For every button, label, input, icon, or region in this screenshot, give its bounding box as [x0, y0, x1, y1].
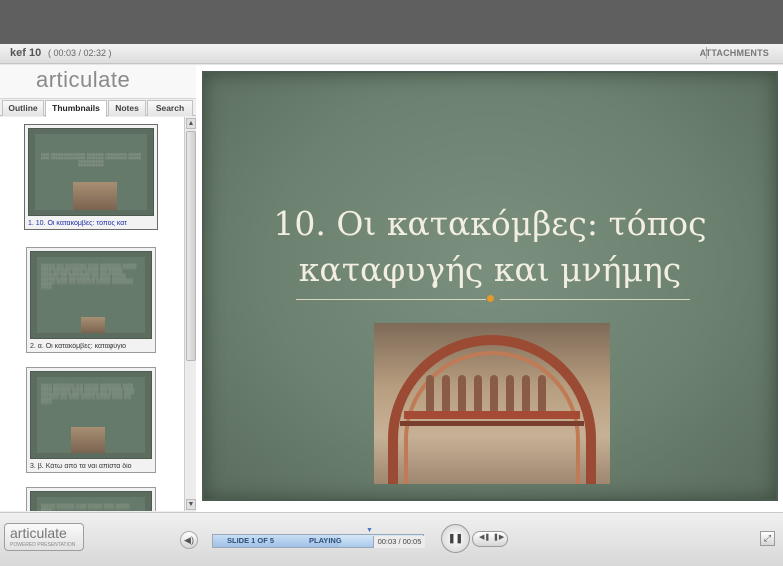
- scroll-down-icon[interactable]: ▼: [186, 499, 196, 510]
- thumbnail-caption: 1. 10. Οι κατακόμβες: τόπος κατ: [28, 220, 128, 227]
- thumbnail-image: ░░░ ░░░░░░ ░░ ░░░░ ░░░░░░ ░░░ ░░░ ░░░░░ …: [30, 371, 152, 459]
- tab-search[interactable]: Search: [147, 100, 193, 116]
- progress-bar[interactable]: ▼ SLIDE 1 OF 5 PLAYING 00:03 / 00:05: [212, 527, 425, 548]
- thumbnail-slide-2[interactable]: ░░░░ ░░ ░░░░░░ ░░░ ░░░░░░ ░░░░ ░░░ ░░░░░…: [26, 247, 156, 353]
- tab-thumbnails[interactable]: Thumbnails: [45, 100, 107, 117]
- sidebar: articulate Outline Thumbnails Notes Sear…: [0, 65, 196, 512]
- thumbnail-image: ░░░░ ░░░░░ ░░░ ░░░░ ░░░ ░░░░ ░░░: [30, 491, 152, 511]
- thumbnail-slide-3[interactable]: ░░░ ░░░░░░ ░░ ░░░░ ░░░░░░ ░░░ ░░░ ░░░░░ …: [26, 367, 156, 473]
- next-icon[interactable]: ❚▶: [493, 533, 504, 541]
- logo-subtext: POWERED PRESENTATION: [10, 542, 76, 548]
- fullscreen-icon[interactable]: ⤢: [760, 531, 775, 546]
- playback-bar: articulate POWERED PRESENTATION ◀) ▼ SLI…: [0, 512, 783, 566]
- thumbnail-picture: [73, 182, 117, 210]
- course-title: kef 10: [10, 47, 42, 59]
- tab-outline[interactable]: Outline: [2, 100, 44, 116]
- thumbnail-list[interactable]: ░░ ░░░░░░░░ ░░░░ ░░░░░ ░░░ ░░░░░░ 1. 10.…: [0, 117, 184, 511]
- thumbnail-scrollbar[interactable]: ▲ ▼: [184, 117, 196, 511]
- thumbnail-caption: 2. α. Οι κατακόμβες: καταφύγιο: [30, 343, 127, 350]
- divider: [500, 299, 690, 300]
- playback-status: PLAYING: [309, 536, 342, 545]
- divider: [296, 299, 486, 300]
- logo-text: articulate: [36, 67, 131, 92]
- course-time: ( 00:03 / 02:32 ): [48, 48, 112, 58]
- thumbnail-image: ░░ ░░░░░░░░ ░░░░ ░░░░░ ░░░ ░░░░░░: [28, 128, 154, 216]
- slide-nav-buttons: ◀❚ ❚▶: [472, 531, 508, 547]
- playhead-marker-icon[interactable]: ▼: [366, 527, 373, 534]
- articulate-logo: articulate: [0, 65, 196, 99]
- attachments-button[interactable]: ATTACHMENTS: [700, 48, 769, 58]
- thumbnail-picture: [71, 427, 105, 453]
- slide: 10. Οι κατακόμβες: τόπος καταφυγής και μ…: [202, 71, 778, 501]
- prev-icon[interactable]: ◀❚: [479, 533, 490, 541]
- volume-icon[interactable]: ◀): [180, 531, 198, 549]
- powered-by-logo[interactable]: articulate POWERED PRESENTATION: [4, 523, 84, 551]
- logo-text: articulate: [10, 525, 67, 541]
- thumbnail-caption: 3. β. Κάτω από τα ναι απίστα δίο: [30, 463, 132, 470]
- scroll-thumb[interactable]: [186, 131, 196, 361]
- title-bar: kef 10 ( 00:03 / 02:32 ) ATTACHMENTS: [0, 44, 783, 64]
- slide-counter: SLIDE 1 OF 5: [227, 536, 275, 545]
- thumbnail-slide-4[interactable]: ░░░░ ░░░░░ ░░░ ░░░░ ░░░ ░░░░ ░░░: [26, 487, 156, 511]
- player-window: kef 10 ( 00:03 / 02:32 ) ATTACHMENTS art…: [0, 44, 783, 566]
- slide-time: 00:03 / 00:05: [373, 536, 425, 548]
- slide-stage: 10. Οι κατακόμβες: τόπος καταφυγής και μ…: [196, 65, 783, 512]
- thumbnail-picture: [81, 317, 105, 333]
- top-band: [0, 0, 783, 44]
- sidebar-tabs: Outline Thumbnails Notes Search: [0, 99, 196, 117]
- scroll-up-icon[interactable]: ▲: [186, 118, 196, 129]
- pause-icon[interactable]: ❚❚: [441, 524, 470, 553]
- thumbnail-slide-1[interactable]: ░░ ░░░░░░░░ ░░░░ ░░░░░ ░░░ ░░░░░░ 1. 10.…: [24, 124, 158, 230]
- slide-title: 10. Οι κατακόμβες: τόπος καταφυγής και μ…: [273, 204, 707, 289]
- catacomb-fresco-image: [374, 323, 610, 484]
- thumbnail-image: ░░░░ ░░ ░░░░░░ ░░░ ░░░░░░ ░░░░ ░░░ ░░░░░…: [30, 251, 152, 339]
- tab-notes[interactable]: Notes: [108, 100, 146, 116]
- accent-dot: [487, 295, 494, 302]
